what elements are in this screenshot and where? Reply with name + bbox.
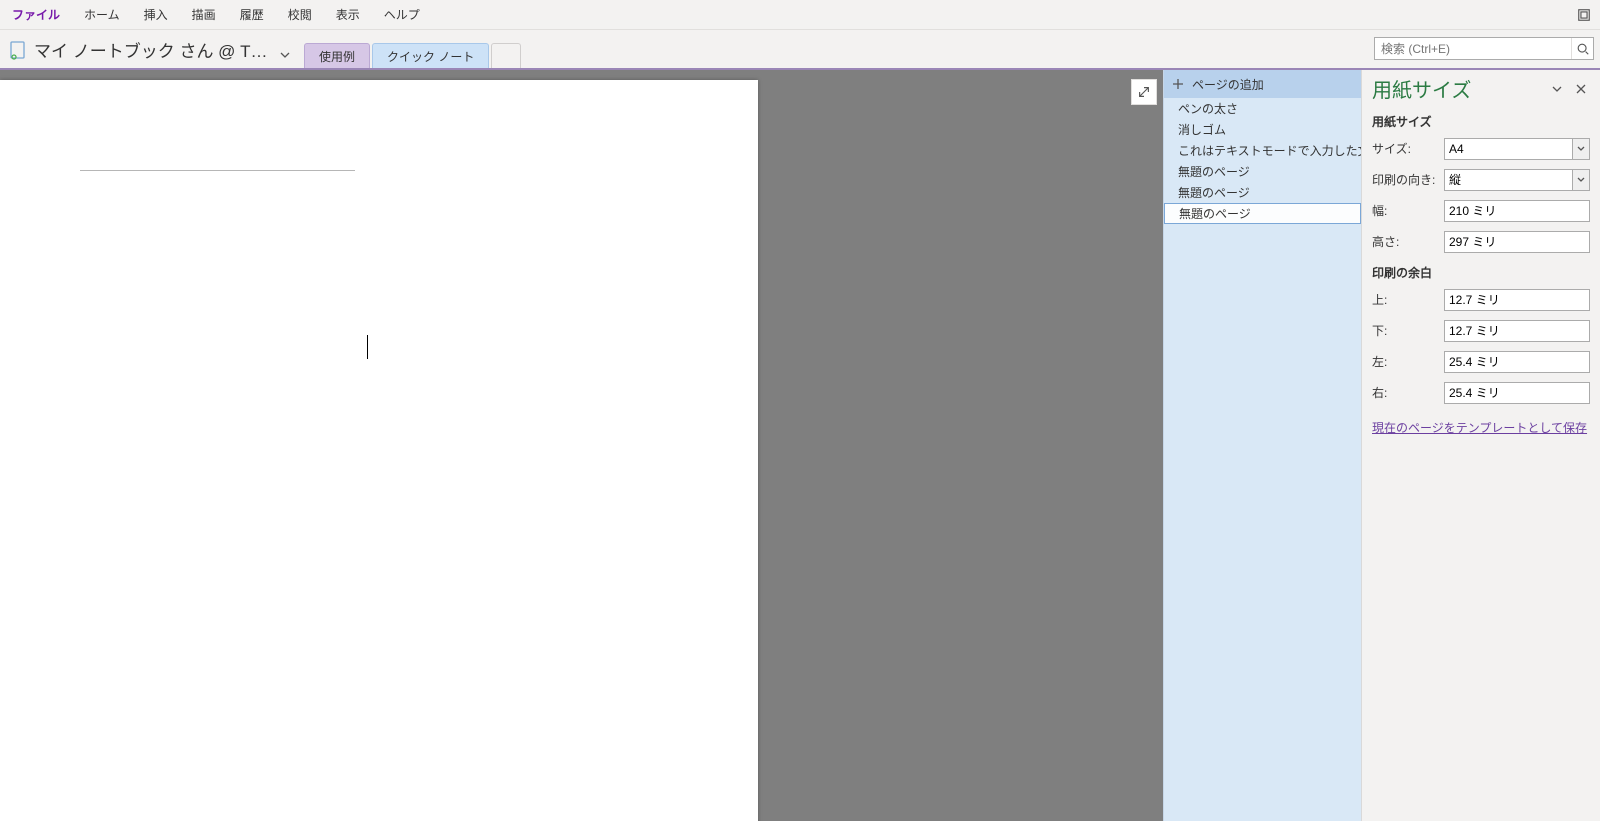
notebook-title[interactable]: マイ ノートブック さん @ The ... <box>34 37 274 62</box>
paper-size-pane: 用紙サイズ 用紙サイズ サイズ: A4 印刷の向き: 縦 幅: <box>1361 70 1600 821</box>
fullscreen-button[interactable] <box>1568 0 1600 29</box>
section-tab-0[interactable]: 使用例 <box>304 43 370 68</box>
chevron-down-icon <box>1552 86 1562 92</box>
note-page[interactable] <box>0 80 758 821</box>
margin-top-value[interactable]: 12.7 ミリ <box>1444 289 1590 311</box>
margin-left-label: 左: <box>1372 353 1444 370</box>
section-size-title: 用紙サイズ <box>1372 113 1590 130</box>
search-dropdown[interactable] <box>1571 38 1593 59</box>
margin-bottom-value[interactable]: 12.7 ミリ <box>1444 320 1590 342</box>
menu-file[interactable]: ファイル <box>0 0 72 29</box>
fullscreen-icon <box>1577 8 1591 22</box>
menu-review[interactable]: 校閲 <box>276 0 324 29</box>
height-value[interactable]: 297 ミリ <box>1444 231 1590 253</box>
search-icon <box>1576 42 1590 56</box>
menu-history[interactable]: 履歴 <box>228 0 276 29</box>
orientation-value[interactable]: 縦 <box>1444 169 1572 191</box>
orientation-dropdown[interactable] <box>1572 169 1590 191</box>
save-as-template-link[interactable]: 現在のページをテンプレートとして保存 <box>1372 419 1590 436</box>
chevron-down-icon <box>1577 146 1585 151</box>
margin-right-value[interactable]: 25.4 ミリ <box>1444 382 1590 404</box>
notebook-icon <box>8 40 28 60</box>
size-label: サイズ: <box>1372 140 1444 157</box>
pane-close-button[interactable] <box>1572 80 1590 98</box>
width-label: 幅: <box>1372 202 1444 219</box>
menu-bar: ファイル ホーム 挿入 描画 履歴 校閲 表示 ヘルプ <box>0 0 1600 30</box>
margin-top-label: 上: <box>1372 291 1444 308</box>
add-section-tab[interactable] <box>491 43 521 68</box>
notebook-dropdown-icon[interactable] <box>280 52 290 58</box>
section-tab-1[interactable]: クイック ノート <box>372 43 489 68</box>
expand-diagonal-icon <box>1137 85 1151 99</box>
page-item-1[interactable]: 消しゴム <box>1164 119 1361 140</box>
page-item-5[interactable]: 無題のページ <box>1164 203 1361 224</box>
add-page-button[interactable]: ページの追加 <box>1164 70 1361 98</box>
section-tab-bar: マイ ノートブック さん @ The ... 使用例 クイック ノート <box>0 30 1600 70</box>
page-item-0[interactable]: ペンの太さ <box>1164 98 1361 119</box>
height-label: 高さ: <box>1372 233 1444 250</box>
menu-draw[interactable]: 描画 <box>180 0 228 29</box>
text-cursor <box>367 335 368 359</box>
plus-icon <box>1172 78 1184 90</box>
size-value[interactable]: A4 <box>1444 138 1572 160</box>
menu-insert[interactable]: 挿入 <box>132 0 180 29</box>
page-item-3[interactable]: 無題のページ <box>1164 161 1361 182</box>
orientation-label: 印刷の向き: <box>1372 171 1444 188</box>
add-page-label: ページの追加 <box>1192 76 1264 93</box>
chevron-down-icon <box>1577 177 1585 182</box>
close-icon <box>1576 84 1586 94</box>
size-dropdown[interactable] <box>1572 138 1590 160</box>
margin-right-label: 右: <box>1372 384 1444 401</box>
pane-options-button[interactable] <box>1548 80 1566 98</box>
margin-left-value[interactable]: 25.4 ミリ <box>1444 351 1590 373</box>
page-item-4[interactable]: 無題のページ <box>1164 182 1361 203</box>
search-box[interactable] <box>1374 37 1594 60</box>
menu-home[interactable]: ホーム <box>72 0 132 29</box>
width-value[interactable]: 210 ミリ <box>1444 200 1590 222</box>
menu-help[interactable]: ヘルプ <box>372 0 432 29</box>
margin-bottom-label: 下: <box>1372 322 1444 339</box>
expand-page-list-button[interactable] <box>1131 79 1157 105</box>
search-input[interactable] <box>1375 42 1571 56</box>
menu-view[interactable]: 表示 <box>324 0 372 29</box>
page-title-underline <box>80 170 355 171</box>
page-canvas[interactable] <box>0 70 1163 821</box>
section-margin-title: 印刷の余白 <box>1372 264 1590 281</box>
page-list-panel: ページの追加 ペンの太さ 消しゴム これはテキストモードで入力した文章で 無題の… <box>1163 70 1361 821</box>
pane-title: 用紙サイズ <box>1372 74 1542 103</box>
page-item-2[interactable]: これはテキストモードで入力した文章で <box>1164 140 1361 161</box>
